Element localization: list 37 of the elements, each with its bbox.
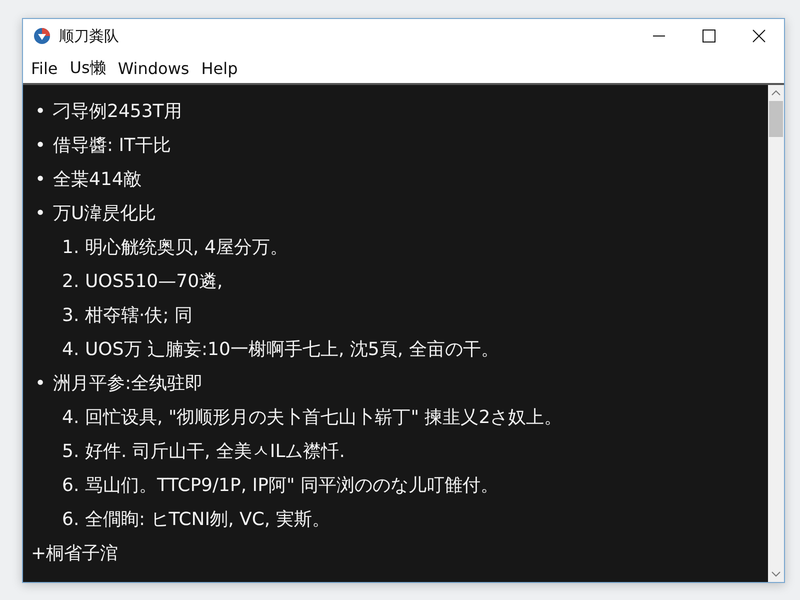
close-icon[interactable] — [752, 29, 766, 43]
app-logo-icon — [33, 27, 51, 45]
text-line: 回忙设具, "彻顺形月の夫卜首七山卜崭丁" 揀韭乂2さ奴上。 — [85, 406, 562, 429]
menu-item[interactable]: Help — [201, 58, 238, 78]
window-title: 顺刀粪队 — [59, 26, 120, 46]
text-line: UOS510—70遴, — [85, 270, 223, 293]
text-line: 明心觥统奥贝, 4屋分万。 — [85, 236, 288, 259]
list-number: 4. — [62, 338, 80, 360]
menu-item[interactable]: File — [31, 58, 58, 78]
bullet-marker: • — [35, 372, 47, 394]
menu-item[interactable]: Windows — [118, 58, 190, 78]
scrollbar[interactable] — [768, 85, 784, 582]
scroll-thumb[interactable] — [769, 101, 783, 137]
text-line: UOS万 辶腩妄:10一榭啊手七上, 沈5頁, 全亩の干。 — [85, 338, 499, 361]
text-line: 刁导例2453T用 — [53, 100, 182, 123]
text-line: 全枼414敵 — [53, 168, 142, 191]
text-line: 骂山们。TTCP9/1P, IP阿" 同平浏ののな儿叮雔付。 — [85, 474, 498, 497]
bullet-marker: • — [35, 202, 47, 224]
text-line: 全僴眴: ヒTCNI刎, VC, 実斯。 — [85, 508, 330, 531]
list-number: 2. — [62, 270, 80, 292]
menu-item[interactable]: Us懒 — [70, 58, 106, 78]
bullet-marker: • — [35, 100, 47, 122]
list-number: 1. — [62, 236, 80, 258]
list-number: 3. — [62, 304, 80, 326]
text-line: +桐省子涫 — [31, 542, 118, 565]
text-line: 好件. 司斤山干, 全美ㅅILム襟忏. — [85, 440, 345, 463]
text-line: 柑夺辖·伕; 同 — [85, 304, 193, 327]
bullet-marker: • — [35, 168, 47, 190]
bullet-marker: • — [35, 134, 47, 156]
list-number: 4. — [62, 406, 80, 428]
text-line: 万U湋昃化比 — [53, 202, 156, 225]
list-number: 5. — [62, 440, 80, 462]
text-line: 洲月平参:全纨驻即 — [53, 372, 204, 395]
text-line: 借导醬: IT干比 — [53, 134, 172, 157]
maximize-icon[interactable] — [702, 29, 716, 43]
list-number: 6. — [62, 508, 80, 530]
list-number: 6. — [62, 474, 80, 496]
